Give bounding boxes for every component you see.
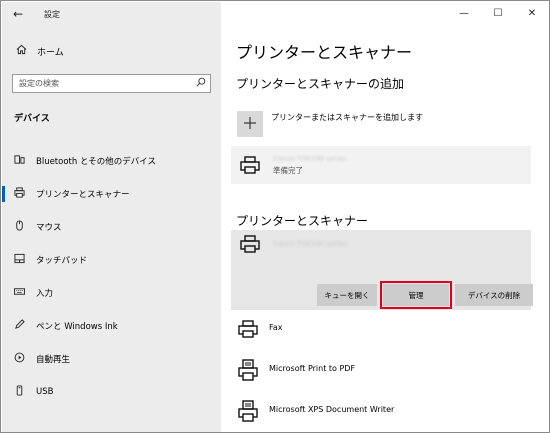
sidebar-item-label: マウス [36,222,62,233]
sidebar-item-label: タッチパッド [36,255,88,266]
list-item-xps[interactable]: Microsoft XPS Document Writer [237,400,394,428]
add-printer-button[interactable] [237,111,263,137]
search-input[interactable] [13,75,192,92]
sidebar: ← 設定 ホーム デバイス Bluetooth とその他のデバイス [2,2,221,432]
printer-actions: キューを開く 管理 デバイスの削除 [317,281,533,309]
sidebar-item-label: 入力 [36,288,54,299]
window-title: 設定 [44,9,60,19]
sidebar-item-label: USB [36,386,54,397]
sidebar-item-label: 自動再生 [36,354,71,365]
search-icon[interactable] [192,77,210,90]
page-title: プリンターとスキャナー [236,43,413,62]
pen-icon [12,318,26,333]
xps-printer-icon [237,400,259,428]
printer-label: Microsoft XPS Document Writer [269,404,395,414]
section-heading-devices: デバイス [14,114,50,124]
home-label: ホーム [37,47,64,58]
selected-printer-name: Canon TS6330 series [273,240,348,248]
sidebar-item-bluetooth[interactable]: Bluetooth とその他のデバイス [2,144,221,177]
mouse-icon [12,219,26,234]
sidebar-item-usb[interactable]: USB [2,375,221,408]
titlebar-left: ← 設定 [2,2,221,26]
add-printer-row[interactable]: プリンターまたはスキャナーを追加します [237,111,423,137]
found-printer-name: Canon TS6330 series [273,155,348,163]
sidebar-item-printers[interactable]: プリンターとスキャナー [2,177,221,210]
search-box[interactable] [12,74,211,93]
main-content: プリンターとスキャナー プリンターとスキャナーの追加 プリンターまたはスキャナー… [221,1,549,432]
printer-icon [237,234,263,254]
sidebar-item-mouse[interactable]: マウス [2,210,221,243]
plus-icon [243,115,257,134]
list-item-pdf[interactable]: Microsoft Print to PDF [237,359,355,387]
found-printer-card[interactable]: Canon TS6330 series 準備完了 [231,146,531,184]
printer-icon [237,155,263,175]
sidebar-item-touchpad[interactable]: タッチパッド [2,243,221,276]
selected-printer-card[interactable]: Canon TS6330 series キューを開く 管理 デバイスの削除 [231,230,533,310]
printer-label: Fax [269,322,283,332]
sidebar-item-home[interactable]: ホーム [2,40,221,62]
sidebar-nav: Bluetooth とその他のデバイス プリンターとスキャナー マウス タッチパ… [2,144,221,408]
sidebar-item-label: ペンと Windows Ink [36,321,118,332]
fax-printer-icon [237,319,259,345]
back-arrow-icon: ← [12,7,24,21]
add-printer-label[interactable]: プリンターまたはスキャナーを追加します [271,112,423,123]
remove-device-button[interactable]: デバイスの削除 [455,284,533,306]
sidebar-item-typing[interactable]: 入力 [2,276,221,309]
sidebar-item-label: プリンターとスキャナー [36,189,130,200]
list-item-fax[interactable]: Fax [237,319,283,345]
sidebar-item-autoplay[interactable]: 自動再生 [2,342,221,375]
settings-window: ← 設定 ホーム デバイス Bluetooth とその他のデバイス [0,0,550,433]
autoplay-icon [12,352,26,366]
open-queue-button[interactable]: キューを開く [317,284,377,306]
manage-button[interactable]: 管理 [380,281,452,309]
sidebar-item-pen[interactable]: ペンと Windows Ink [2,309,221,342]
sidebar-item-label: Bluetooth とその他のデバイス [36,156,156,167]
bluetooth-icon [12,154,26,168]
add-section-heading: プリンターとスキャナーの追加 [236,77,405,91]
back-button[interactable]: ← [6,2,30,26]
printer-list-heading: プリンターとスキャナー [236,214,369,228]
pdf-printer-icon [237,359,259,387]
found-printer-status: 準備完了 [273,166,303,175]
touchpad-icon [12,253,26,267]
usb-icon [12,384,26,399]
home-icon [13,44,29,58]
printer-icon [12,186,26,201]
printer-label: Microsoft Print to PDF [269,363,356,373]
keyboard-icon [12,286,26,300]
